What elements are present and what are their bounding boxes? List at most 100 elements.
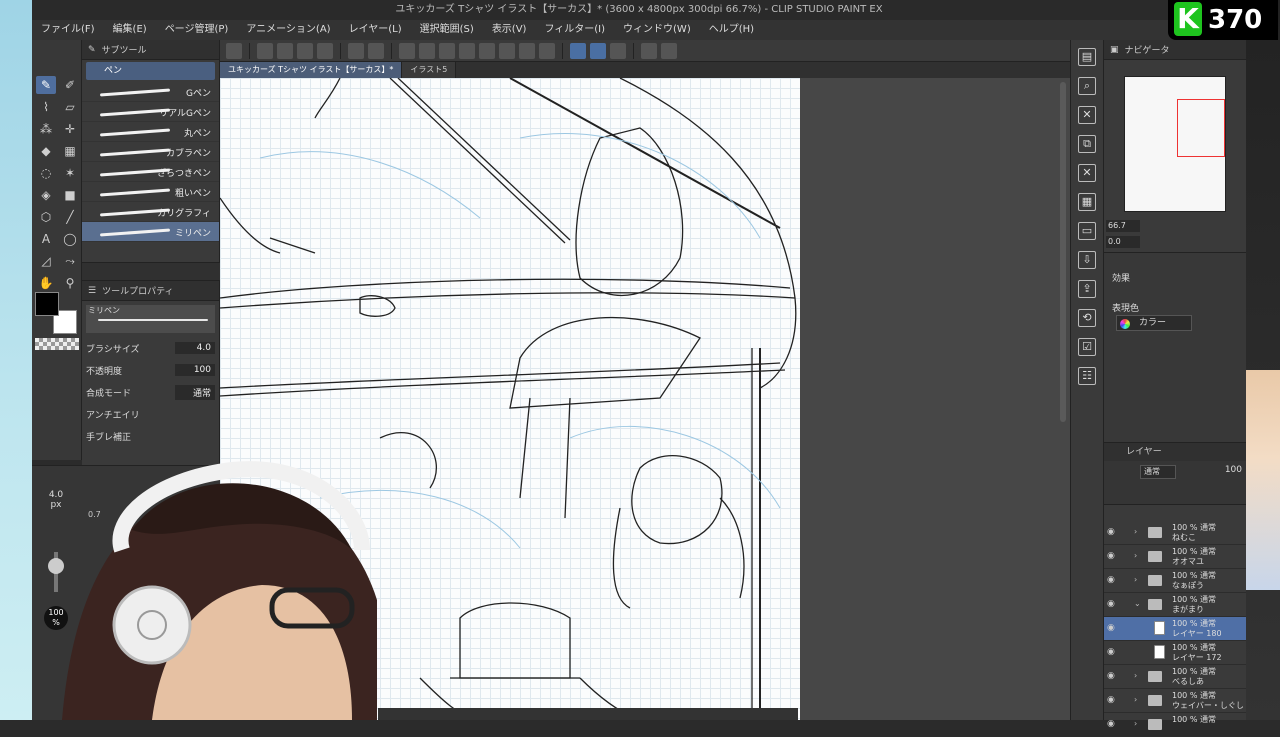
- fill-icon[interactable]: [439, 42, 455, 59]
- document-icon[interactable]: ▭: [1078, 222, 1096, 240]
- expand-icon[interactable]: ⌄: [1134, 599, 1141, 608]
- brush-item[interactable]: 丸ペン: [82, 122, 219, 142]
- correct-line-icon[interactable]: ⤳: [60, 252, 80, 270]
- layer-opacity-value[interactable]: 100: [1225, 465, 1242, 475]
- move-icon[interactable]: ✛: [60, 120, 80, 138]
- navigator-viewport[interactable]: [1177, 99, 1225, 157]
- menu-item[interactable]: ウィンドウ(W): [614, 20, 700, 40]
- opacity-value[interactable]: 100: [175, 364, 215, 376]
- grid-icon[interactable]: ▦: [1078, 193, 1096, 211]
- share-icon[interactable]: ⇪: [1078, 280, 1096, 298]
- expand-icon[interactable]: ›: [1134, 527, 1137, 536]
- layer-row[interactable]: ◉ › 100 % 通常 ねむこ: [1104, 521, 1246, 545]
- snap-grid-icon[interactable]: [590, 42, 606, 59]
- fill-icon[interactable]: ◈: [36, 186, 56, 204]
- menu-item[interactable]: 選択範囲(S): [411, 20, 483, 40]
- expand-icon[interactable]: ›: [1134, 671, 1137, 680]
- history-icon[interactable]: ⟲: [1078, 309, 1096, 327]
- eye-icon[interactable]: ◉: [1107, 551, 1119, 561]
- transparent-color-swatch[interactable]: [35, 338, 79, 350]
- brush-item[interactable]: 粗いペン: [82, 182, 219, 202]
- search-icon[interactable]: ⌕: [1078, 77, 1096, 95]
- opacity-row[interactable]: 不透明度 100: [82, 359, 219, 381]
- layer-row[interactable]: ◉ › 100 % 通常 べるしあ: [1104, 665, 1246, 689]
- layer-row[interactable]: ◉ 100 % 通常 レイヤー 172: [1104, 641, 1246, 665]
- selection-icon[interactable]: [539, 42, 555, 59]
- magic-wand-icon[interactable]: ✶: [60, 164, 80, 182]
- crop-icon[interactable]: [499, 42, 515, 59]
- deselect-icon[interactable]: [479, 42, 495, 59]
- snap-ruler-icon[interactable]: [570, 42, 586, 59]
- brush-item[interactable]: ざらつきペン: [82, 162, 219, 182]
- brush-size-value[interactable]: 4.0: [175, 342, 215, 354]
- layer-blend-select[interactable]: 通常: [1140, 465, 1176, 479]
- hand-icon[interactable]: ✋: [36, 274, 56, 292]
- expand-icon[interactable]: ›: [1134, 575, 1137, 584]
- figure-icon[interactable]: ⬡: [36, 208, 56, 226]
- menu-item[interactable]: ファイル(F): [32, 20, 104, 40]
- zoom-value[interactable]: 66.7: [1106, 220, 1140, 232]
- export-icon[interactable]: [317, 42, 333, 59]
- canvas-tab[interactable]: イラスト5: [402, 62, 457, 78]
- frame-icon[interactable]: ◿: [36, 252, 56, 270]
- expand-icon[interactable]: ›: [1134, 695, 1137, 704]
- eye-icon[interactable]: ◉: [1107, 695, 1119, 705]
- eyedropper-icon[interactable]: ⚲: [60, 274, 80, 292]
- decoration-icon[interactable]: ⁂: [36, 120, 56, 138]
- redo-icon[interactable]: [368, 42, 384, 59]
- menu-item[interactable]: ヘルプ(H): [700, 20, 763, 40]
- blend-icon[interactable]: ◆: [36, 142, 56, 160]
- brush-item[interactable]: Gペン: [82, 82, 219, 102]
- eye-icon[interactable]: ◉: [1107, 575, 1119, 585]
- layer-row[interactable]: ◉ › 100 % 通常 オオマユ: [1104, 545, 1246, 569]
- canvas-vertical-scrollbar[interactable]: [1060, 82, 1066, 422]
- eye-icon[interactable]: ◉: [1107, 647, 1119, 657]
- layer-row[interactable]: ◉ 100 % 通常 レイヤー 180: [1104, 617, 1246, 641]
- gradient-icon[interactable]: ■: [60, 186, 80, 204]
- layer-row[interactable]: ◉ › 100 % 通常 ウェイバー・しぐし: [1104, 689, 1246, 713]
- menu-item[interactable]: アニメーション(A): [237, 20, 339, 40]
- clear-icon[interactable]: [419, 42, 435, 59]
- text-icon[interactable]: A: [36, 230, 56, 248]
- eraser-icon[interactable]: ▱: [60, 98, 80, 116]
- export-icon[interactable]: ⇩: [1078, 251, 1096, 269]
- menu-item[interactable]: レイヤー(L): [340, 20, 411, 40]
- loading-icon[interactable]: [399, 42, 415, 59]
- navigator-thumbnail[interactable]: [1124, 76, 1226, 212]
- open-file-icon[interactable]: [277, 42, 293, 59]
- snap-point-icon[interactable]: [610, 42, 626, 59]
- brush-icon[interactable]: ⌇: [36, 98, 56, 116]
- app-icon[interactable]: [226, 42, 242, 59]
- layer-row[interactable]: ◉ › 100 % 通常 なぁぽう: [1104, 569, 1246, 593]
- canvas-tab[interactable]: ユキッカーズ Tシャツ イラスト【サーカス】*: [220, 62, 403, 78]
- expand-icon[interactable]: ›: [1134, 551, 1137, 560]
- rotation-value[interactable]: 0.0: [1106, 236, 1140, 248]
- layer-row[interactable]: ◉ › 100 % 通常: [1104, 713, 1246, 737]
- eye-icon[interactable]: ◉: [1107, 623, 1119, 633]
- checklist-icon[interactable]: ☑: [1078, 338, 1096, 356]
- eye-icon[interactable]: ◉: [1107, 671, 1119, 681]
- transform-icon[interactable]: [459, 42, 475, 59]
- help-icon[interactable]: [661, 42, 677, 59]
- subtool-group-tab[interactable]: ペン: [86, 62, 215, 80]
- blend-mode-select[interactable]: 通常: [175, 384, 215, 400]
- brush-item[interactable]: カリグラフィ: [82, 202, 219, 222]
- menu-item[interactable]: 編集(E): [104, 20, 156, 40]
- eye-icon[interactable]: ◉: [1107, 719, 1119, 729]
- invert-icon[interactable]: [519, 42, 535, 59]
- menu-item[interactable]: フィルター(I): [535, 20, 614, 40]
- grid-select-icon[interactable]: ▦: [60, 142, 80, 160]
- copy-icon[interactable]: ⧉: [1078, 135, 1096, 153]
- foreground-color-swatch[interactable]: [35, 292, 59, 316]
- brush-item[interactable]: リアルGペン: [82, 102, 219, 122]
- material-icon[interactable]: ▤: [1078, 48, 1096, 66]
- close-icon[interactable]: ✕: [1078, 106, 1096, 124]
- close-icon[interactable]: ✕: [1078, 164, 1096, 182]
- brush-item[interactable]: カブラペン: [82, 142, 219, 162]
- settings-icon[interactable]: [641, 42, 657, 59]
- eye-icon[interactable]: ◉: [1107, 527, 1119, 537]
- brush-size-row[interactable]: ブラシサイズ 4.0: [82, 337, 219, 359]
- menu-item[interactable]: 表示(V): [483, 20, 536, 40]
- ruler-icon[interactable]: ╱: [60, 208, 80, 226]
- lasso-icon[interactable]: ◌: [36, 164, 56, 182]
